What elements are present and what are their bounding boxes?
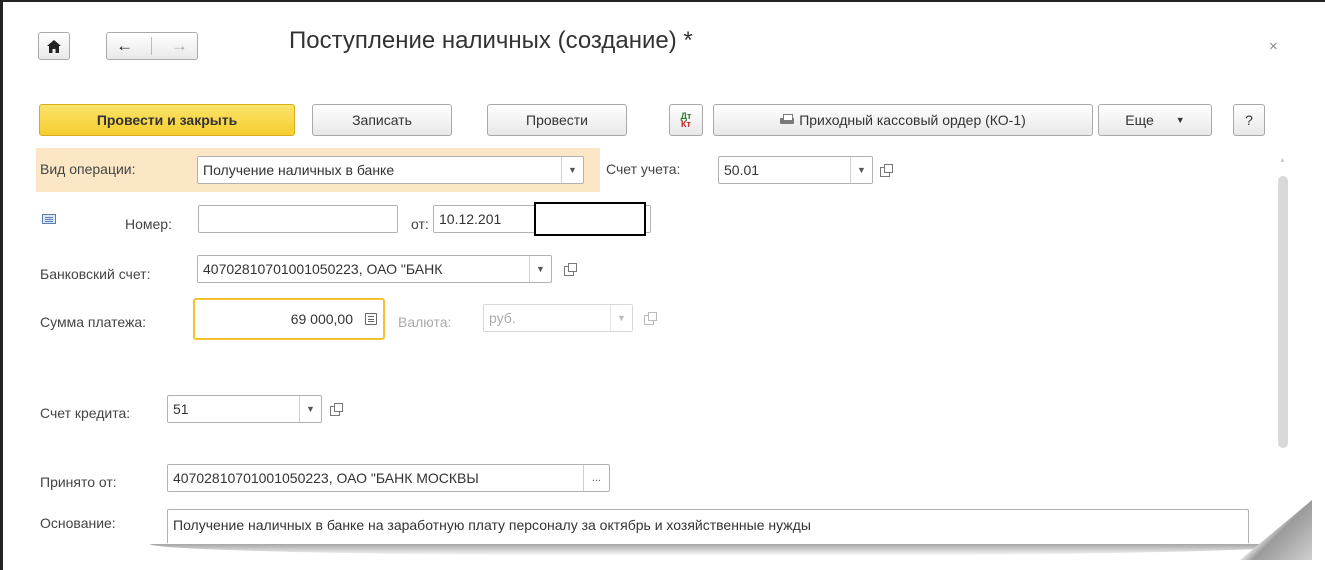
dt-kt-icon: Дт Кт [681, 112, 692, 129]
dropdown-arrow-icon[interactable]: ▼ [561, 157, 583, 183]
currency-value: руб. [489, 310, 516, 326]
number-label: Номер: [125, 216, 172, 232]
calculator-icon[interactable] [359, 313, 383, 325]
bank-account-value: 40702810701001050223, ОАО "БАНК [203, 261, 443, 277]
operation-type-value: Получение наличных в банке [203, 162, 395, 178]
open-icon [880, 164, 893, 177]
open-icon [564, 263, 577, 276]
received-from-input[interactable]: 40702810701001050223, ОАО "БАНК МОСКВЫ .… [167, 464, 610, 492]
amount-input[interactable]: 69 000,00 [193, 298, 385, 340]
save-button[interactable]: Записать [312, 104, 452, 136]
back-arrow-icon[interactable]: ← [116, 36, 133, 56]
forward-arrow-icon[interactable]: → [171, 36, 188, 56]
home-icon [47, 39, 61, 53]
date-label: от: [411, 216, 429, 232]
dt-kt-button[interactable]: Дт Кт [669, 104, 703, 136]
screenshot-frame-top [0, 0, 1325, 2]
credit-account-label: Счет кредита: [40, 405, 131, 421]
home-button[interactable] [38, 32, 70, 60]
credit-account-select[interactable]: 51 ▼ [167, 395, 322, 423]
printer-icon [780, 114, 795, 126]
document-icon-wrap[interactable] [42, 214, 56, 224]
select-ellipsis-button[interactable]: ... [583, 465, 609, 491]
account-value: 50.01 [724, 162, 760, 178]
open-icon [330, 403, 343, 416]
scroll-up-icon[interactable]: ▲ [1279, 157, 1286, 164]
amount-value: 69 000,00 [290, 311, 353, 327]
history-nav: ← → [106, 32, 198, 60]
bank-account-select[interactable]: 40702810701001050223, ОАО "БАНК ▼ [197, 255, 552, 283]
nav-separator [151, 37, 153, 55]
dropdown-arrow-icon[interactable]: ▼ [299, 396, 321, 422]
number-input[interactable] [198, 205, 398, 233]
help-button[interactable]: ? [1233, 104, 1265, 136]
dropdown-arrow-icon: ▼ [1175, 115, 1185, 125]
vertical-scrollbar-thumb[interactable] [1278, 176, 1288, 448]
post-button[interactable]: Провести [487, 104, 627, 136]
open-icon [644, 312, 657, 325]
more-label: Еще [1125, 112, 1154, 128]
basis-value: Получение наличных в банке на заработную… [173, 517, 811, 533]
dropdown-arrow-icon[interactable]: ▼ [610, 305, 632, 331]
print-report-button[interactable]: Приходный кассовый ордер (КО-1) [713, 104, 1093, 136]
currency-select[interactable]: руб. ▼ [483, 304, 633, 332]
more-button[interactable]: Еще ▼ [1098, 104, 1212, 136]
close-icon[interactable]: × [1269, 38, 1278, 55]
redaction-box [534, 202, 646, 236]
basis-textarea[interactable]: Получение наличных в банке на заработную… [167, 509, 1249, 543]
currency-label: Валюта: [398, 314, 452, 330]
amount-label: Сумма платежа: [40, 314, 147, 330]
document-window: ← → Поступление наличных (создание) * × … [14, 4, 1310, 544]
operation-type-label: Вид операции: [40, 161, 136, 177]
currency-open-button[interactable] [638, 304, 662, 332]
account-open-button[interactable] [874, 156, 898, 184]
basis-label: Основание: [40, 515, 116, 531]
kt-label: Кт [681, 119, 691, 129]
operation-type-select[interactable]: Получение наличных в банке ▼ [197, 156, 584, 184]
screenshot-frame-left [0, 0, 3, 570]
bank-account-open-button[interactable] [558, 255, 582, 283]
page-title: Поступление наличных (создание) * [289, 27, 693, 54]
paper-shadow [150, 544, 1310, 556]
bank-account-label: Банковский счет: [40, 266, 151, 282]
post-and-close-button[interactable]: Провести и закрыть [39, 104, 295, 136]
account-select[interactable]: 50.01 ▼ [718, 156, 873, 184]
account-label: Счет учета: [606, 161, 681, 177]
print-report-label: Приходный кассовый ордер (КО-1) [799, 112, 1026, 128]
dropdown-arrow-icon[interactable]: ▼ [529, 256, 551, 282]
credit-account-open-button[interactable] [324, 395, 348, 423]
credit-account-value: 51 [173, 401, 189, 417]
received-from-value: 40702810701001050223, ОАО "БАНК МОСКВЫ [173, 470, 479, 486]
dropdown-arrow-icon[interactable]: ▼ [850, 157, 872, 183]
received-from-label: Принято от: [40, 474, 117, 490]
document-icon [42, 214, 56, 224]
